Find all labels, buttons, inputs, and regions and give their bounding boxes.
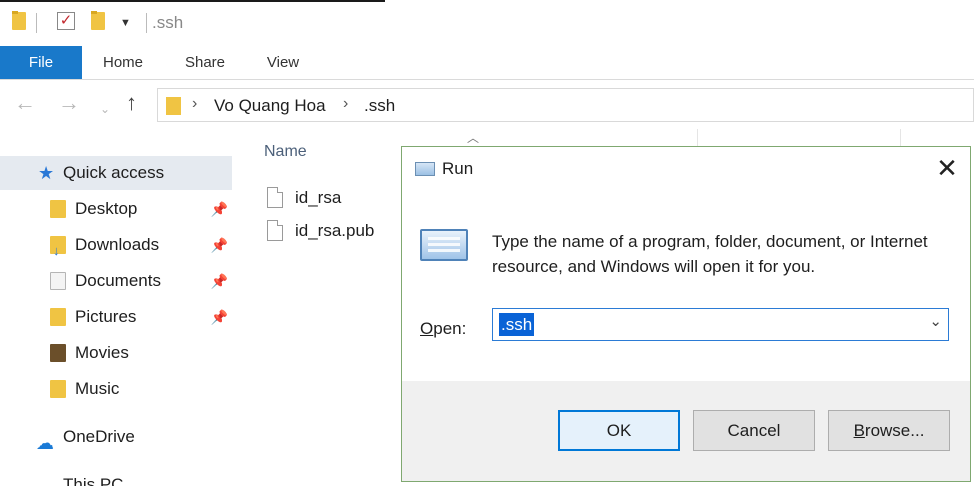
nav-item-music[interactable]: Music [0,372,232,406]
nav-item-label: This PC [63,475,124,486]
file-row[interactable]: id_rsa.pub [265,216,415,246]
pin-icon[interactable]: 📌 [211,228,228,262]
nav-item-downloads[interactable]: Downloads 📌 [0,228,232,268]
nav-item-documents[interactable]: Documents 📌 [0,264,232,298]
recent-locations-chevron-icon[interactable]: ⌄ [100,98,110,120]
address-bar[interactable]: › Vo Quang Hoa › .ssh [157,88,974,122]
breadcrumb-ssh-folder[interactable]: .ssh [364,96,395,116]
open-label-rest: pen: [433,319,467,338]
file-icon [267,187,283,208]
run-program-icon [420,229,468,261]
run-body: Type the name of a program, folder, docu… [402,191,970,381]
open-label: Open: [420,319,466,339]
sort-ascending-icon: ︿ [467,131,480,145]
breadcrumb-chevron-icon[interactable]: › [192,95,197,113]
run-title-bar[interactable]: Run ✕ [402,147,970,191]
nav-item-label: OneDrive [63,427,135,446]
run-icon [415,162,435,176]
nav-item-label: Pictures [75,307,137,326]
back-arrow-icon[interactable]: ← [14,92,36,114]
documents-folder-icon [50,272,66,290]
downloads-folder-icon [50,234,66,268]
open-input-value[interactable]: .ssh [499,313,535,336]
file-row[interactable]: id_rsa [265,183,415,213]
title-accent-line [0,0,385,2]
nav-item-desktop[interactable]: Desktop 📌 [0,192,232,226]
navigation-pane: ★ Quick access Desktop 📌 Downloads 📌 Doc… [0,129,234,486]
pin-icon[interactable]: 📌 [211,264,228,298]
nav-item-this-pc[interactable]: ▭ This PC [0,468,232,486]
nav-item-label: Movies [75,343,129,362]
tab-file[interactable]: File [0,46,82,79]
browse-accesskey: B [853,421,865,440]
run-description: Type the name of a program, folder, docu… [492,232,928,276]
tab-view[interactable]: View [252,46,314,79]
cancel-button[interactable]: Cancel [693,410,815,451]
star-icon: ★ [38,163,55,183]
run-dialog: Run ✕ Type the name of a program, folder… [401,146,971,482]
run-button-bar: OK Cancel Browse... [402,381,970,481]
file-name: id_rsa.pub [295,221,375,240]
ok-button[interactable]: OK [558,410,680,451]
breadcrumb-chevron-icon[interactable]: › [343,95,348,113]
new-folder-icon[interactable] [91,11,105,30]
file-icon [267,220,283,241]
tab-home[interactable]: Home [92,46,154,79]
open-combobox[interactable]: .ssh ⌄ [492,308,949,341]
nav-item-label: Music [75,379,120,398]
desktop-folder-icon [50,200,66,218]
nav-item-label: Documents [75,271,161,290]
toolbar-divider [36,13,37,33]
run-dialog-title: Run [442,159,474,178]
breadcrumb-user-folder[interactable]: Vo Quang Hoa [214,96,326,116]
file-name: id_rsa [295,188,342,207]
computer-icon: ▭ [38,474,54,486]
up-arrow-icon[interactable]: ↑ [126,92,137,114]
browse-button[interactable]: Browse... [828,410,950,451]
folder-icon[interactable] [12,11,26,30]
pictures-folder-icon [50,308,66,326]
browse-label-rest: rowse... [864,421,925,440]
nav-item-pictures[interactable]: Pictures 📌 [0,300,232,334]
title-divider [146,13,147,33]
pin-icon[interactable]: 📌 [211,300,228,334]
music-folder-icon [50,380,66,398]
window-title: .ssh [152,13,184,32]
nav-quick-access-label: Quick access [63,163,165,182]
column-header-name[interactable]: Name [264,143,307,161]
title-bar: ✓ ▼ .ssh [0,0,974,46]
ribbon-tabs: File Home Share View [0,46,974,80]
close-icon[interactable]: ✕ [932,153,962,183]
cloud-icon: ☁ [36,433,54,453]
nav-item-label: Downloads [75,235,160,254]
open-label-accesskey: O [420,319,434,338]
customize-toolbar-dropdown-icon[interactable]: ▼ [120,17,131,29]
forward-arrow-icon[interactable]: → [58,92,80,114]
properties-check-icon[interactable]: ✓ [57,12,75,30]
chevron-down-icon[interactable]: ⌄ [929,312,942,330]
pin-icon[interactable]: 📌 [211,192,228,226]
navigation-bar: ← → ⌄ ↑ › Vo Quang Hoa › .ssh [0,81,974,129]
address-folder-icon [166,97,181,115]
tab-share[interactable]: Share [174,46,236,79]
movies-folder-icon [50,344,66,362]
nav-item-movies[interactable]: Movies [0,336,232,370]
nav-item-onedrive[interactable]: ☁ OneDrive [0,420,232,454]
nav-quick-access[interactable]: ★ Quick access [0,156,232,190]
nav-item-label: Desktop [75,199,138,218]
